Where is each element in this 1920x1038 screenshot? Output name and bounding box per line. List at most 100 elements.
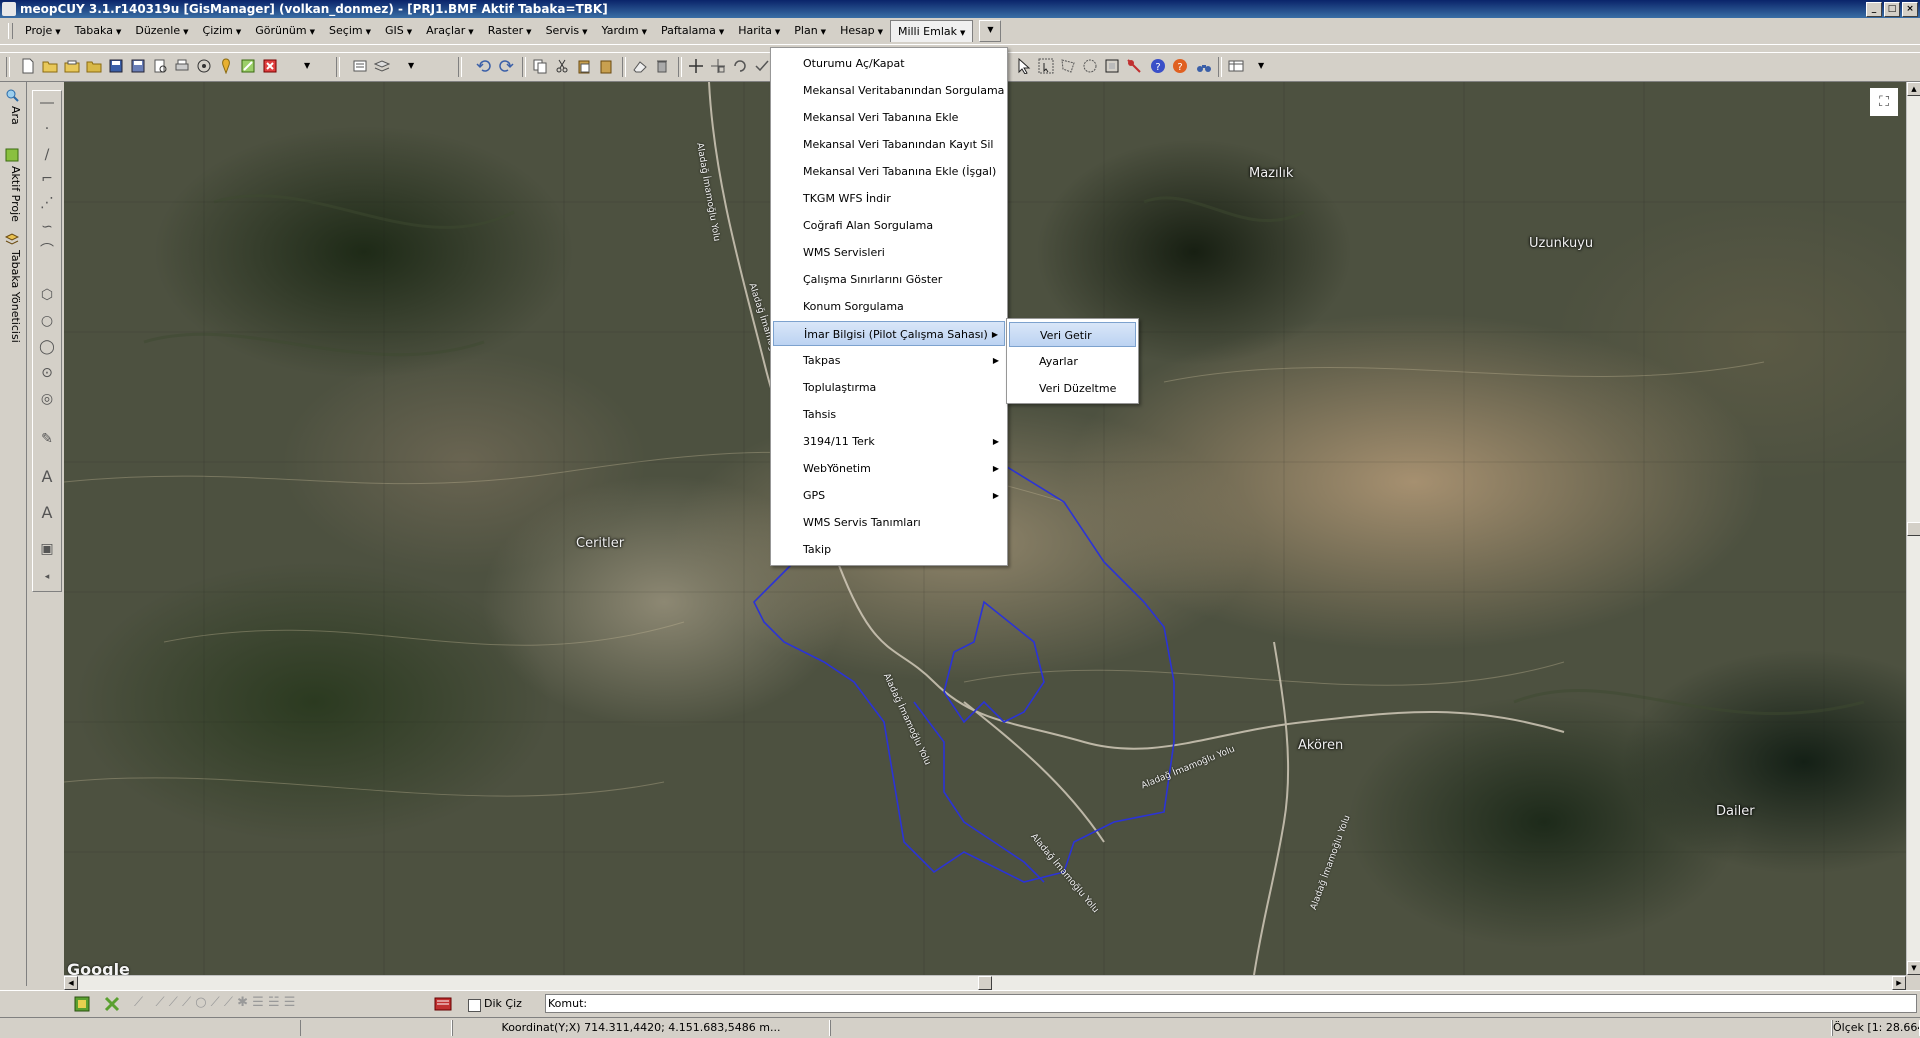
tab-tabaka-yoneticisi[interactable]: Tabaka Yöneticisi [4, 250, 22, 343]
menu-düzenle[interactable]: Düzenle ▼ [128, 20, 195, 42]
menu-item[interactable]: Takip [773, 537, 1005, 562]
menu-item[interactable]: Takpas ▶ [773, 348, 1005, 373]
binoculars-icon[interactable] [1196, 58, 1212, 74]
dik-ciz-checkbox[interactable] [468, 999, 481, 1012]
book-icon[interactable] [434, 996, 452, 1012]
point-tool-icon[interactable]: · [39, 121, 55, 137]
menu-milli-emlak[interactable]: Milli Emlak ▼ [889, 20, 974, 42]
curve-tool-icon[interactable]: ∽ [39, 219, 55, 235]
menu-çizim[interactable]: Çizim ▼ [196, 20, 249, 42]
layer-icon[interactable] [352, 58, 368, 74]
select-circle-icon[interactable] [1082, 58, 1098, 74]
menu-item[interactable]: Toplulaştırma [773, 375, 1005, 400]
toolbar-dropdown-icon[interactable]: ▼ [408, 58, 424, 74]
menu-item[interactable]: WMS Servis Tanımları [773, 510, 1005, 535]
snap-icon[interactable] [74, 996, 90, 1012]
menu-item[interactable]: İmar Bilgisi (Pilot Çalışma Sahası) ▶ [773, 321, 1005, 346]
menu-görünüm[interactable]: Görünüm ▼ [248, 20, 322, 42]
menu-tabaka[interactable]: Tabaka ▼ [68, 20, 129, 42]
menu-item[interactable]: GPS ▶ [773, 483, 1005, 508]
submenu-item[interactable]: Veri Düzeltme [1009, 376, 1136, 401]
image-tool-icon[interactable]: ▣ [39, 541, 55, 557]
menu-item[interactable]: WMS Servisleri [773, 240, 1005, 265]
toolbar-grip[interactable] [6, 57, 10, 77]
maximize-button[interactable]: □ [1884, 2, 1900, 17]
circle-center-tool-icon[interactable]: ⊙ [39, 365, 55, 381]
menu-item[interactable]: Oturumu Aç/Kapat [773, 51, 1005, 76]
menu-item[interactable]: Mekansal Veritabanından Sorgulama [773, 78, 1005, 103]
scroll-up-icon[interactable]: ▲ [1907, 82, 1920, 96]
ellipse-tool-icon[interactable]: ◯ [39, 339, 55, 355]
text-style-tool-icon[interactable]: A [39, 505, 55, 521]
target-icon[interactable] [196, 58, 212, 74]
horizontal-scrollbar[interactable]: ◀ ▶ [64, 975, 1906, 990]
polyline-tool-icon[interactable]: ⌐ [39, 171, 55, 187]
select-polygon-icon[interactable] [1060, 58, 1076, 74]
multi-line-tool-icon[interactable]: ⋰ [39, 195, 55, 211]
collapse-arrow-icon[interactable]: ◂ [39, 569, 55, 585]
folder-icon[interactable] [86, 58, 102, 74]
info-pick-icon[interactable] [1126, 58, 1142, 74]
save-as-icon[interactable] [130, 58, 146, 74]
close-button[interactable]: × [1902, 2, 1918, 17]
menu-item[interactable]: Mekansal Veri Tabanından Kayıt Sil [773, 132, 1005, 157]
scroll-left-icon[interactable]: ◀ [64, 976, 78, 990]
snap-options-icons[interactable]: ⟋ ⟋ ⟋ ⟋ ○ ⟋ ⟋ ✱ ☰ ☱ ☰ [134, 995, 295, 1010]
menu-plan[interactable]: Plan ▼ [787, 20, 833, 42]
polygon-tool-icon[interactable]: ⬡ [39, 287, 55, 303]
paste-icon[interactable] [576, 58, 592, 74]
toolbar-dropdown-icon[interactable]: ▼ [304, 58, 320, 74]
tab-ara[interactable]: Ara [4, 106, 22, 125]
menu-item[interactable]: WebYönetim ▶ [773, 456, 1005, 481]
cut-icon[interactable] [554, 58, 570, 74]
toolbar-dropdown-icon[interactable]: ▼ [1258, 58, 1274, 74]
menu-item[interactable]: Coğrafi Alan Sorgulama [773, 213, 1005, 238]
menu-item[interactable]: Çalışma Sınırlarını Göster [773, 267, 1005, 292]
menu-paftalama[interactable]: Paftalama ▼ [654, 20, 731, 42]
undo-icon[interactable] [476, 58, 492, 74]
menu-gis[interactable]: GIS ▼ [378, 20, 419, 42]
line-tool-icon[interactable]: ― [39, 95, 55, 111]
arc-tool-icon[interactable]: ⌒ [39, 243, 55, 259]
vertical-scroll-thumb[interactable] [1907, 522, 1920, 536]
copy-icon[interactable] [532, 58, 548, 74]
pin-icon[interactable] [218, 58, 234, 74]
scroll-down-icon[interactable]: ▼ [1907, 961, 1920, 975]
layers-stack-icon[interactable] [374, 58, 390, 74]
print-preview-icon[interactable] [152, 58, 168, 74]
fullscreen-icon[interactable]: ⛶ [1870, 88, 1898, 116]
minimize-button[interactable]: _ [1866, 2, 1882, 17]
print-icon[interactable] [174, 58, 190, 74]
open-folder-icon[interactable] [42, 58, 58, 74]
cancel-x-icon[interactable] [104, 996, 120, 1012]
segment-tool-icon[interactable]: / [39, 147, 55, 163]
move-copy-icon[interactable] [710, 58, 726, 74]
paste-special-icon[interactable] [598, 58, 614, 74]
help-icon[interactable]: ? [1150, 58, 1166, 74]
context-help-icon[interactable]: ? [1172, 58, 1188, 74]
menu-seçim[interactable]: Seçim ▼ [322, 20, 378, 42]
menu-item[interactable]: Mekansal Veri Tabanına Ekle (İşgal) [773, 159, 1005, 184]
submenu-item[interactable]: Ayarlar [1009, 349, 1136, 374]
vertical-scrollbar[interactable]: ▲ ▼ [1906, 82, 1920, 975]
menu-yardım[interactable]: Yardım ▼ [595, 20, 654, 42]
tab-aktif-proje[interactable]: Aktif Proje [4, 166, 22, 222]
circle-3p-tool-icon[interactable]: ◎ [39, 391, 55, 407]
delete-icon[interactable] [654, 58, 670, 74]
eraser-icon[interactable] [632, 58, 648, 74]
menu-item[interactable]: Tahsis [773, 402, 1005, 427]
save-icon[interactable] [108, 58, 124, 74]
menu-hesap[interactable]: Hesap ▼ [833, 20, 890, 42]
redo-icon[interactable] [498, 58, 514, 74]
move-icon[interactable] [688, 58, 704, 74]
scroll-right-icon[interactable]: ▶ [1892, 976, 1906, 990]
menu-raster[interactable]: Raster ▼ [481, 20, 539, 42]
select-window-icon[interactable] [1038, 58, 1054, 74]
menubar-overflow-icon[interactable]: ▼ [979, 20, 1002, 42]
menubar-grip[interactable] [8, 23, 13, 39]
menu-item[interactable]: Konum Sorgulama [773, 294, 1005, 319]
rotate-icon[interactable] [732, 58, 748, 74]
pencil-tool-icon[interactable]: ✎ [39, 431, 55, 447]
command-input[interactable]: Komut: [545, 994, 1917, 1013]
menu-harita[interactable]: Harita ▼ [731, 20, 787, 42]
